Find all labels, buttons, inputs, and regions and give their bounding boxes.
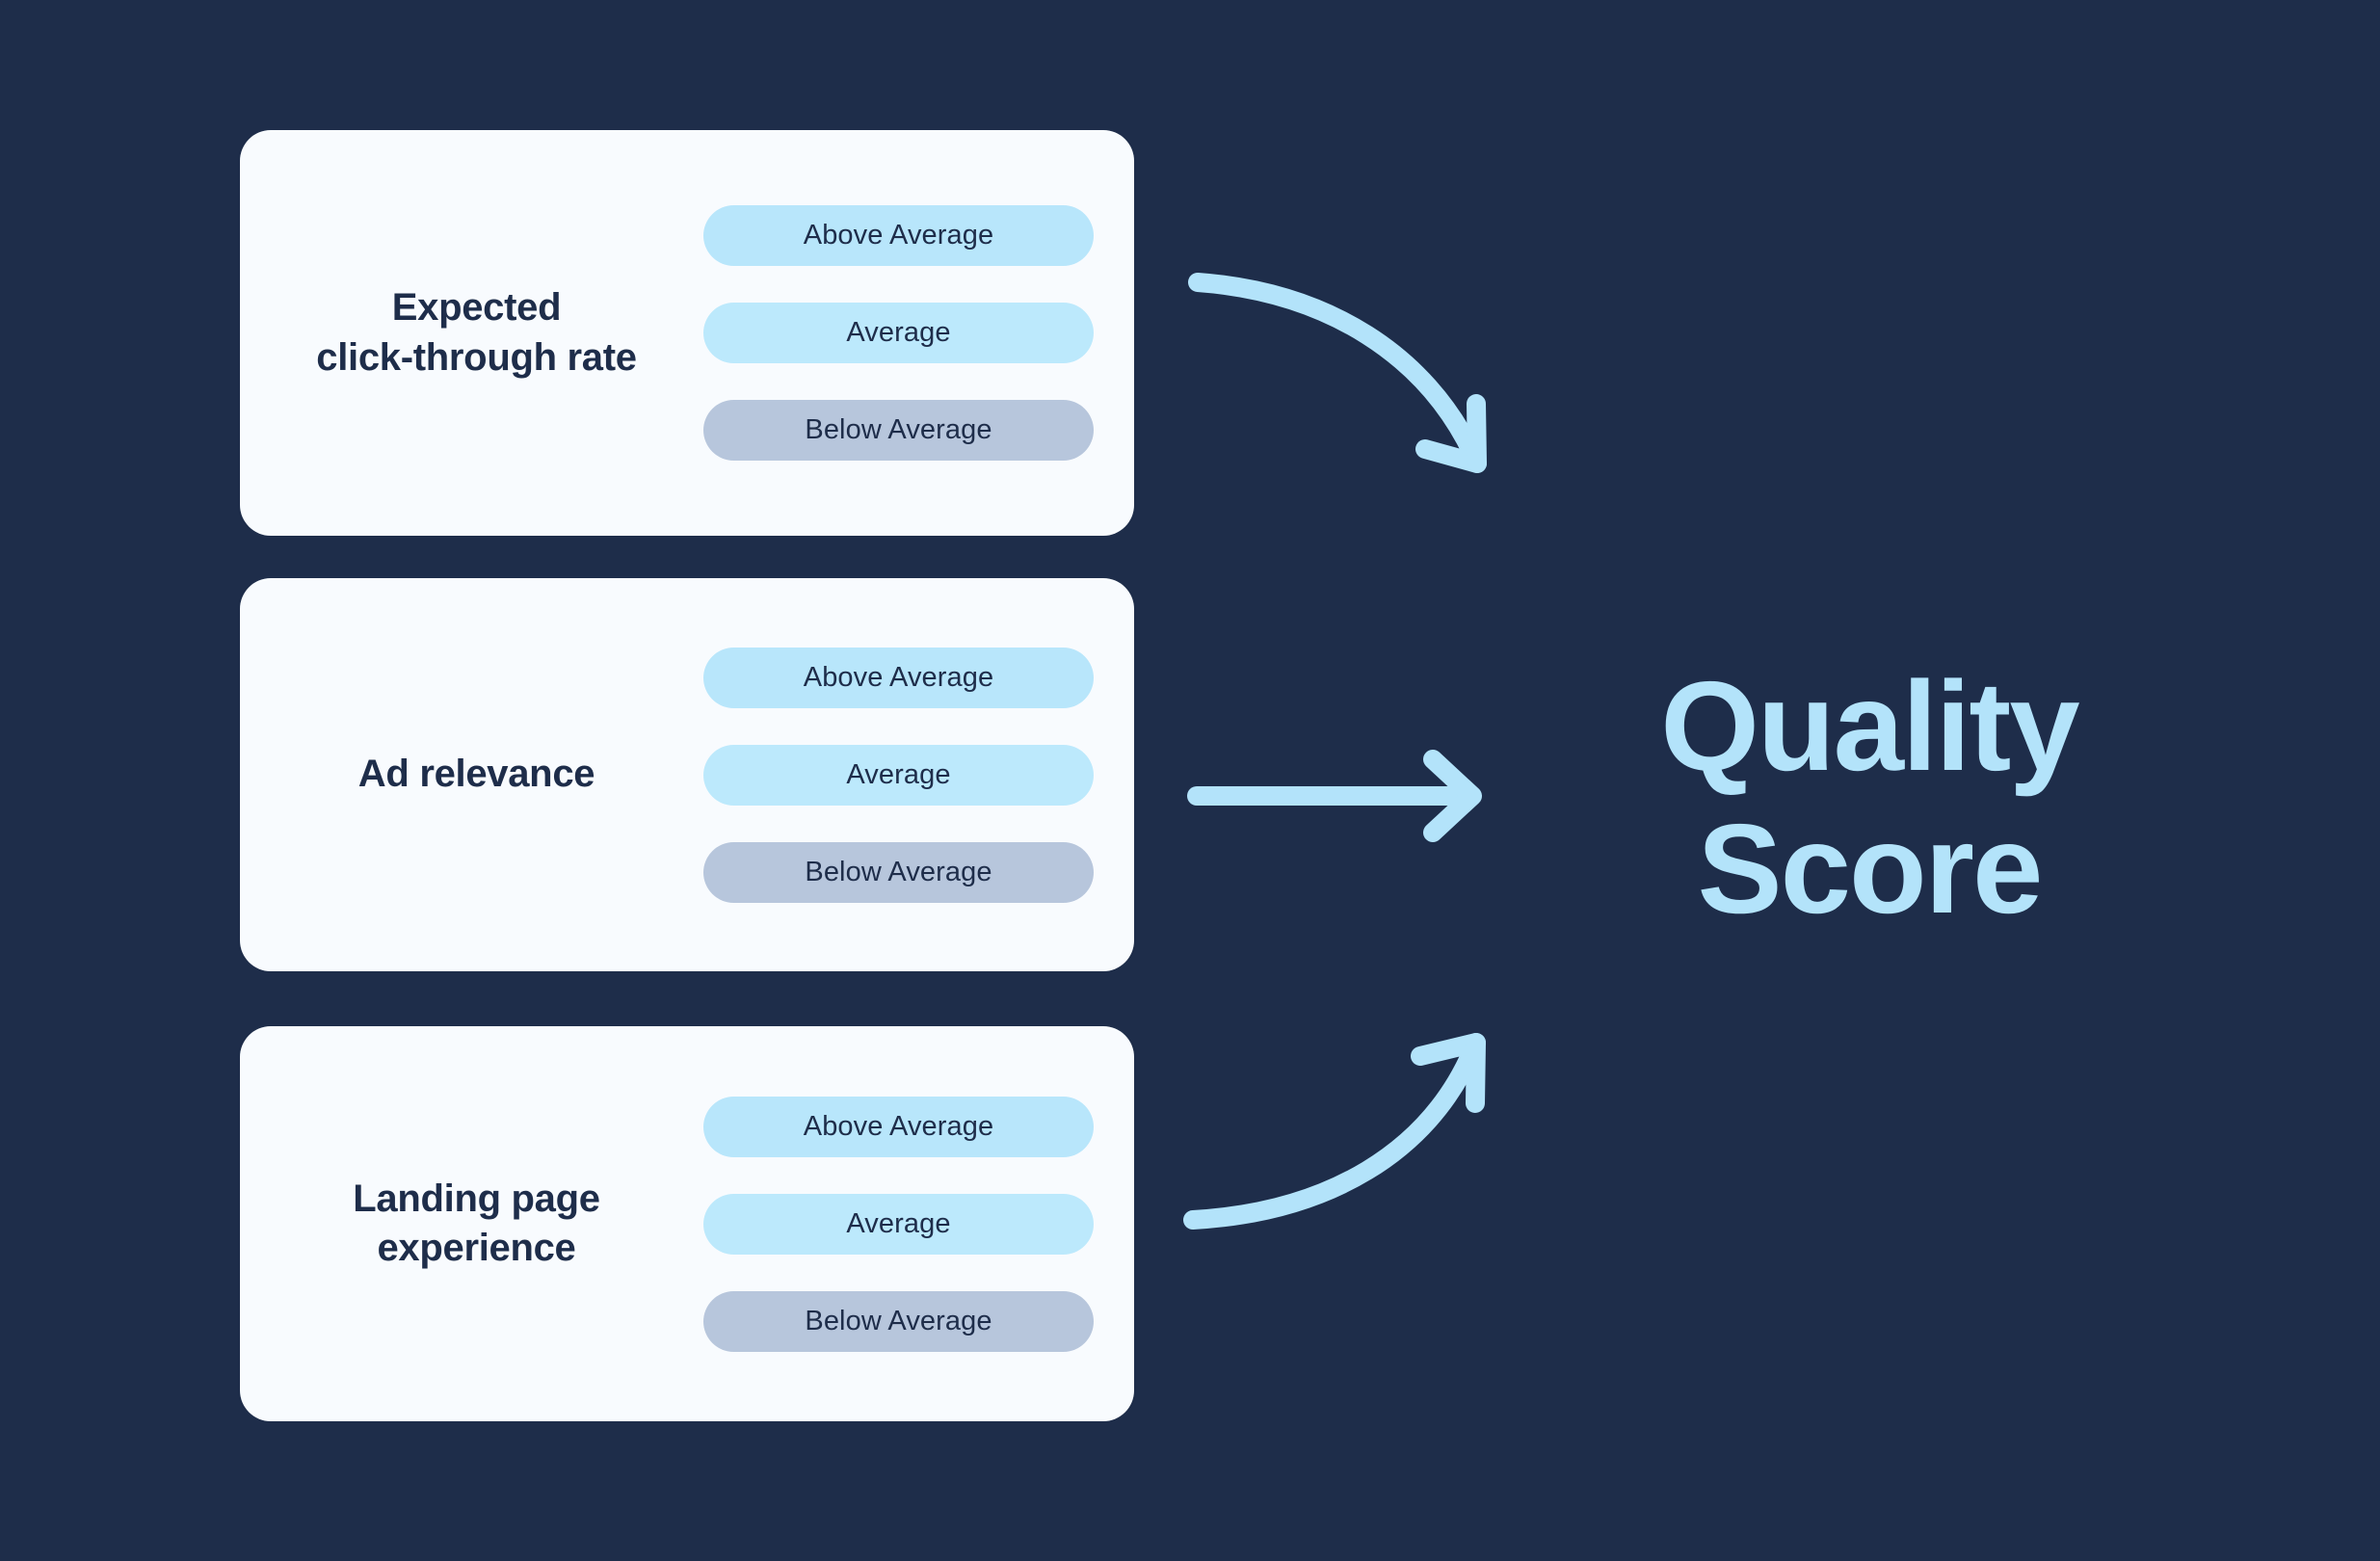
factor-label: Expected click-through rate	[316, 286, 637, 379]
factor-card-expected-click-through-rate: Expected click-through rate Above Averag…	[240, 130, 1134, 536]
rating-pill-below-average[interactable]: Below Average	[703, 400, 1094, 461]
diagram-canvas: Expected click-through rate Above Averag…	[0, 0, 2380, 1561]
rating-scale: Above Average Average Below Average	[703, 647, 1094, 903]
rating-pill-average[interactable]: Average	[703, 303, 1094, 363]
rating-scale: Above Average Average Below Average	[703, 205, 1094, 461]
rating-pill-above-average[interactable]: Above Average	[703, 647, 1094, 708]
rating-pill-below-average[interactable]: Below Average	[703, 841, 1094, 903]
rating-pill-below-average[interactable]: Below Average	[703, 1290, 1094, 1352]
rating-pill-above-average[interactable]: Above Average	[703, 1096, 1094, 1157]
arrow-straight-right-icon	[1187, 750, 1482, 842]
rating-pill-above-average[interactable]: Above Average	[703, 205, 1094, 266]
rating-pill-average[interactable]: Average	[703, 744, 1094, 806]
rating-scale: Above Average Average Below Average	[703, 1096, 1094, 1352]
factor-card-landing-page-experience: Landing page experience Above Average Av…	[240, 1026, 1134, 1421]
arrow-curve-up-right-icon	[1183, 1033, 1486, 1230]
rating-pill-average[interactable]: Average	[703, 1193, 1094, 1255]
arrow-curve-down-right-icon	[1188, 273, 1487, 473]
factor-label: Ad relevance	[357, 753, 595, 796]
factor-label: Landing page experience	[353, 1177, 600, 1269]
factor-card-ad-relevance: Ad relevance Above Average Average Below…	[240, 578, 1134, 971]
result-title-quality-score: Quality Score	[1660, 655, 2079, 939]
